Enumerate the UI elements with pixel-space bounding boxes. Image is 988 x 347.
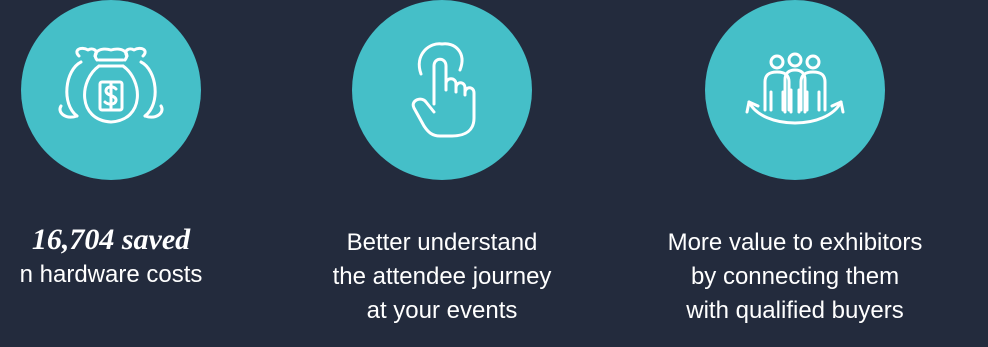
people-connection-icon (745, 52, 845, 125)
feature-caption-journey: Better understand the attendee journey a… (242, 226, 642, 328)
money-bags-icon (58, 46, 164, 124)
caption-line: Better understand (346, 229, 538, 256)
caption-line: More value to exhibitors (667, 229, 923, 256)
hand-pointer-icon (411, 42, 476, 138)
caption-line: by connecting them (690, 263, 900, 290)
feature-icon-circle-exhibitors (705, 0, 885, 180)
features-banner: 16,704 saved n hardware costs Better und… (0, 0, 988, 347)
caption-line: the attendee journey (332, 263, 552, 290)
feature-caption-exhibitors: More value to exhibitors by connecting t… (595, 226, 988, 328)
caption-line: at your events (366, 297, 518, 324)
feature-icon-circle-journey (352, 0, 532, 180)
caption-line: with qualified buyers (686, 297, 904, 324)
feature-icon-circle-savings (21, 0, 201, 180)
